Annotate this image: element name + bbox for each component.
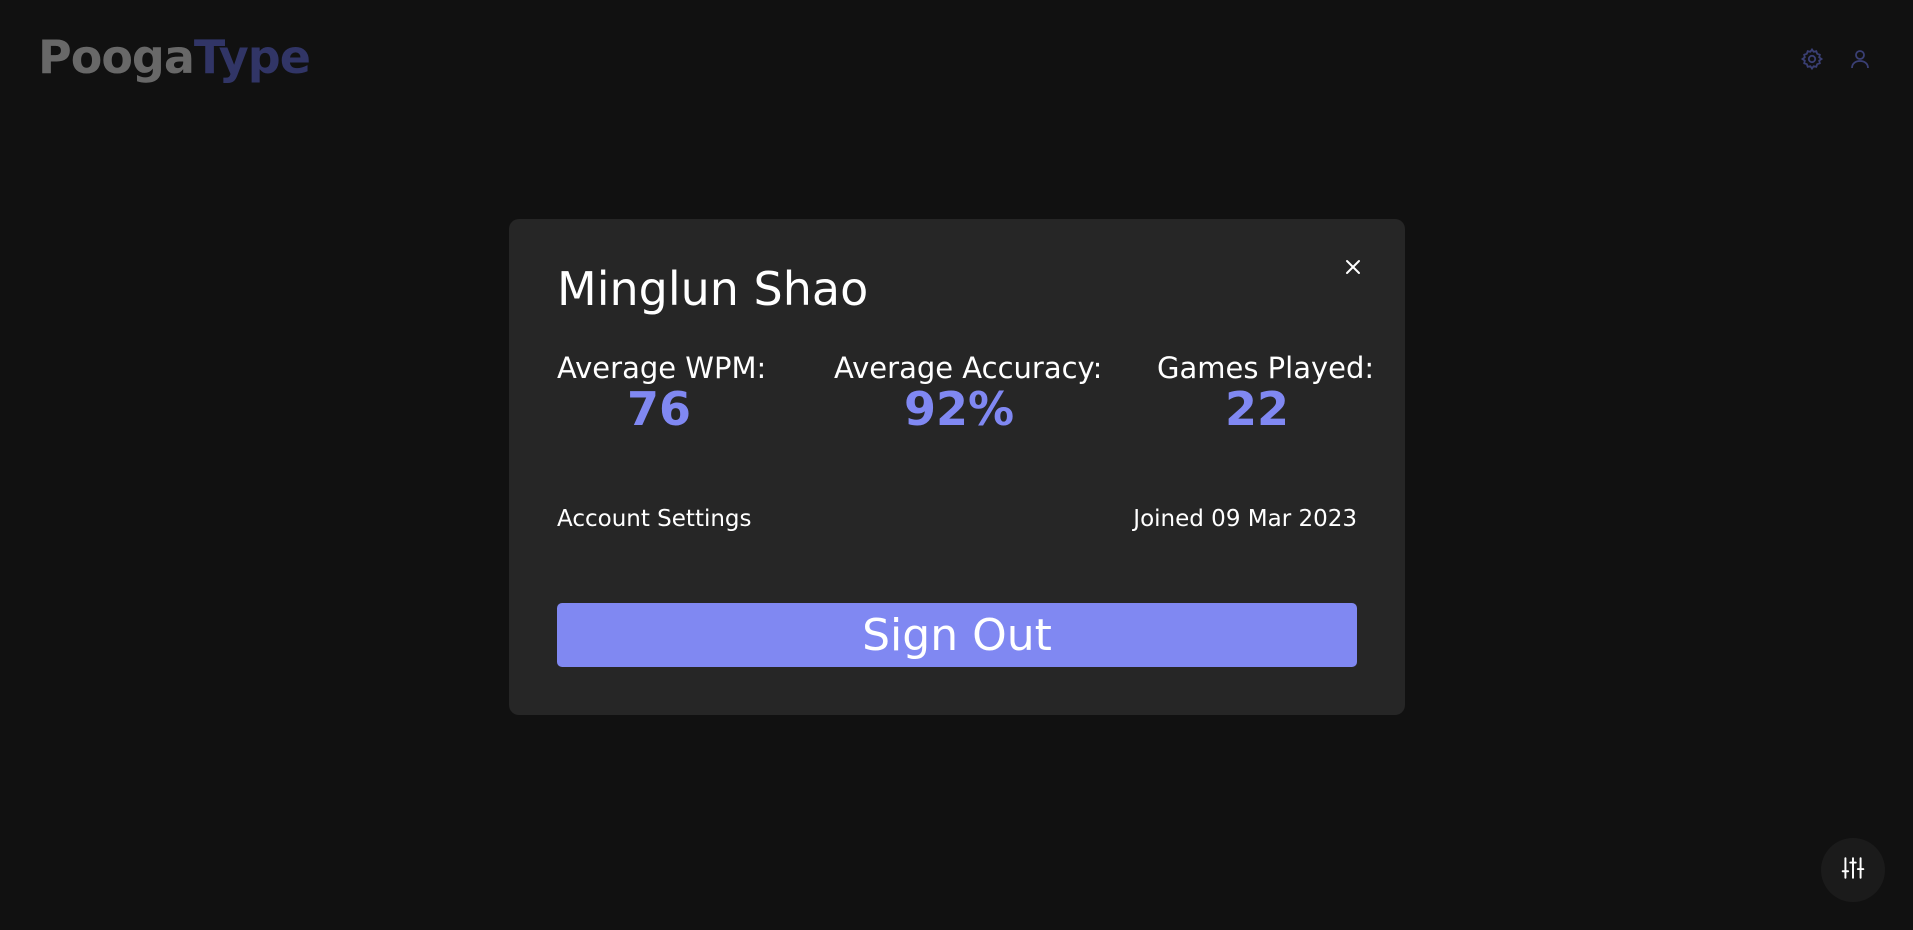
close-icon[interactable] [1340, 254, 1366, 280]
app-page: PoogaType Minglun Shao Average WPM: 76 A… [0, 0, 1913, 930]
stat-accuracy-label: Average Accuracy: [834, 351, 1103, 385]
stat-games-played: Games Played: 22 [1157, 351, 1375, 436]
stat-games-label: Games Played: [1157, 351, 1375, 385]
logo-text-secondary: Type [193, 30, 311, 84]
stat-accuracy-value: 92% [903, 381, 1015, 436]
app-logo[interactable]: PoogaType [38, 34, 311, 80]
stat-wpm-label: Average WPM: [557, 351, 767, 385]
logo-text-primary: Pooga [38, 30, 195, 84]
stat-games-value: 22 [1224, 381, 1289, 436]
user-icon[interactable] [1847, 46, 1873, 72]
stat-wpm-value: 76 [626, 381, 691, 436]
sliders-icon [1840, 855, 1866, 885]
account-settings-link[interactable]: Account Settings [557, 506, 752, 532]
theme-settings-button[interactable] [1821, 838, 1885, 902]
profile-modal: Minglun Shao Average WPM: 76 Average Acc… [509, 219, 1405, 715]
stat-average-accuracy: Average Accuracy: 92% [834, 351, 1103, 436]
sign-out-button[interactable]: Sign Out [557, 603, 1357, 667]
gear-icon[interactable] [1799, 46, 1825, 72]
header-actions [1799, 46, 1873, 72]
profile-username: Minglun Shao [557, 262, 869, 316]
stat-average-wpm: Average WPM: 76 [557, 351, 767, 436]
joined-date: Joined 09 Mar 2023 [1133, 506, 1357, 532]
